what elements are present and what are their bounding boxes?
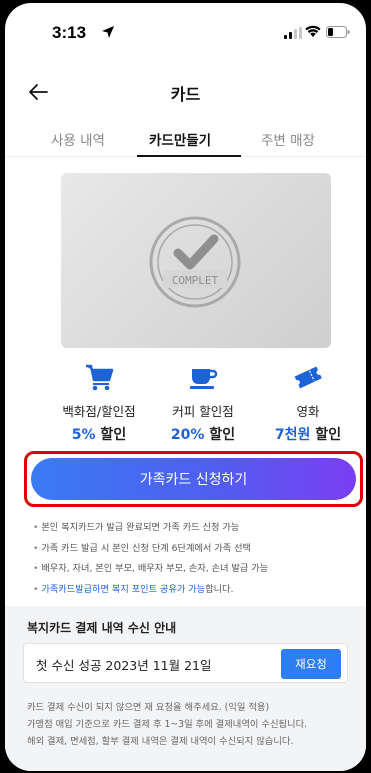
- coffee-cup-icon: [190, 369, 218, 389]
- battery-icon: [326, 26, 350, 38]
- cart-icon: [86, 364, 114, 391]
- status-bar: 3:13: [5, 3, 366, 65]
- phone-screen: 3:13 카드 사용 내역 카드만들기 주변 매장 COMPLET 백화점/할인…: [5, 3, 366, 771]
- tab-usage-history[interactable]: 사용 내역: [51, 129, 105, 149]
- benefit-label: 커피 할인점: [172, 404, 234, 419]
- rerequest-button[interactable]: 재요청: [281, 649, 341, 679]
- payment-notice-section: 복지카드 결제 내역 수신 안내 첫 수신 성공 2023년 11월 21일 재…: [5, 606, 366, 771]
- tab-bar: 사용 내역 카드만들기 주변 매장: [5, 119, 366, 157]
- list-item: 가족카드발급하면 복지 포인트 공유가 가능합니다.: [33, 580, 358, 601]
- section-title: 복지카드 결제 내역 수신 안내: [27, 621, 177, 635]
- wifi-icon: [305, 25, 321, 37]
- benefit-department-store: 백화점/할인점 5% 할인: [44, 363, 154, 444]
- benefit-label: 백화점/할인점: [62, 404, 136, 419]
- status-time: 3:13: [52, 23, 87, 42]
- footnote: 카드 결제 수신이 되지 않으면 재 요청을 해주세요. (익일 적용): [27, 702, 270, 713]
- tab-card-make[interactable]: 카드만들기: [149, 129, 211, 149]
- family-card-apply-button[interactable]: 가족카드 신청하기: [31, 458, 356, 500]
- list-item: 가족 카드 발급 시 본인 신청 단계 6단계에서 가족 선택: [33, 539, 358, 560]
- benefit-movie: 영화 7천원 할인: [253, 363, 363, 444]
- list-item: 본인 복지카드가 발급 완료되면 가족 카드 신청 가능: [33, 518, 358, 539]
- footnote: 가맹점 매입 기준으로 카드 결제 후 1~3일 후에 결제내역이 수신됩니다.: [27, 719, 308, 730]
- location-arrow-icon: [102, 26, 114, 38]
- welfare-card-image: COMPLET: [61, 173, 331, 348]
- apply-button-highlight: 가족카드 신청하기: [24, 451, 363, 507]
- seal-text: COMPLET: [172, 274, 219, 287]
- footnotes: 카드 결제 수신이 되지 않으면 재 요청을 해주세요. (익일 적용) 가맹점…: [27, 699, 357, 750]
- tab-nearby-stores[interactable]: 주변 매장: [261, 129, 315, 149]
- receive-status-text: 첫 수신 성공 2023년 11월 21일: [36, 658, 212, 673]
- footnote: 해외 결제, 면세점, 할부 결제 내역은 결제 내역이 수신되지 않습니다.: [27, 736, 294, 747]
- notice-list: 본인 복지카드가 발급 완료되면 가족 카드 신청 가능 가족 카드 발급 시 …: [33, 518, 358, 600]
- page-title: 카드: [170, 85, 201, 104]
- list-item: 배우자, 자녀, 본인 부모, 배우자 부모, 손자, 손녀 발급 가능: [33, 559, 358, 580]
- cellular-signal-icon: [284, 27, 302, 39]
- active-tab-indicator: [137, 155, 241, 157]
- benefit-value: 5% 할인: [71, 427, 127, 443]
- benefit-coffee: 커피 할인점 20% 할인: [148, 363, 258, 444]
- receive-status-box: 첫 수신 성공 2023년 11월 21일 재요청: [23, 643, 348, 683]
- complete-seal-icon: COMPLET: [149, 216, 241, 308]
- benefit-value: 7천원 할인: [274, 427, 342, 443]
- benefit-label: 영화: [296, 404, 320, 419]
- movie-ticket-icon: [294, 366, 322, 389]
- benefit-value: 20% 할인: [170, 427, 236, 443]
